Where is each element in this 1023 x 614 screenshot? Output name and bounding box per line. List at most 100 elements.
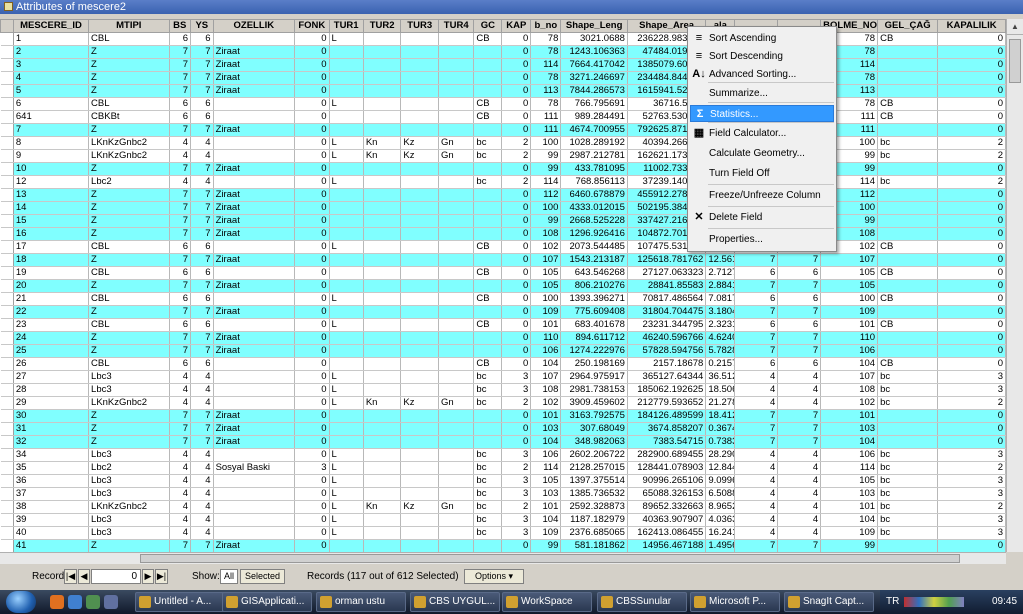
row-selector[interactable] <box>0 32 14 46</box>
table-cell[interactable]: 107 <box>530 370 562 384</box>
table-cell[interactable]: L <box>329 318 364 332</box>
row-selector[interactable] <box>0 201 14 215</box>
table-cell[interactable]: 0 <box>501 266 532 280</box>
table-cell[interactable]: 104 <box>530 513 562 527</box>
table-cell[interactable]: 0 <box>294 383 330 397</box>
table-cell[interactable] <box>363 45 402 59</box>
table-cell[interactable]: 0 <box>294 201 330 215</box>
table-row[interactable]: 20 Z 7 7 Ziraat 0 0 105 806.210276 28841.85583 2.8… <box>0 279 1006 293</box>
table-cell[interactable]: 6460.678879 <box>560 188 628 202</box>
table-cell[interactable] <box>400 435 439 449</box>
table-cell[interactable]: CBL <box>88 266 170 280</box>
table-cell[interactable]: 7 <box>777 344 822 358</box>
table-cell[interactable]: L <box>329 396 364 410</box>
table-cell[interactable] <box>329 227 364 241</box>
table-cell[interactable]: 0 <box>501 292 532 306</box>
table-cell[interactable]: 6 <box>13 97 90 111</box>
table-cell[interactable]: Lbc2 <box>88 461 170 475</box>
table-cell[interactable]: 2 <box>937 175 1006 189</box>
table-cell[interactable]: 106 <box>530 344 562 358</box>
table-cell[interactable]: bc <box>473 370 503 384</box>
row-selector[interactable] <box>0 149 14 163</box>
table-cell[interactable]: 4 <box>190 383 214 397</box>
table-cell[interactable]: 105 <box>820 279 879 293</box>
column-header[interactable]: BS <box>168 19 192 33</box>
table-cell[interactable]: 104 <box>530 357 562 371</box>
record-number-input[interactable]: 0 <box>91 569 141 584</box>
table-cell[interactable] <box>363 448 402 462</box>
table-cell[interactable] <box>213 474 296 488</box>
table-row[interactable]: 13 Z 7 7 Ziraat 0 0 112 6460.678879 455912.278281… <box>0 188 1006 202</box>
table-cell[interactable]: 4 <box>734 461 779 475</box>
table-cell[interactable]: 3 <box>937 513 1006 527</box>
table-cell[interactable]: 7 <box>190 227 214 241</box>
table-cell[interactable] <box>438 435 475 449</box>
table-cell[interactable]: 775.609408 <box>560 305 628 319</box>
table-row[interactable]: 41 Z 7 7 Ziraat 0 0 99 581.181862 14956.467188 1.4… <box>0 539 1006 552</box>
table-cell[interactable] <box>438 32 475 46</box>
table-cell[interactable]: 107 <box>530 253 562 267</box>
table-cell[interactable]: 6 <box>169 240 192 254</box>
table-cell[interactable]: 0 <box>294 149 330 163</box>
table-cell[interactable]: 21 <box>13 292 90 306</box>
app-icon[interactable] <box>86 595 100 609</box>
table-cell[interactable]: 30 <box>13 409 90 423</box>
table-cell[interactable] <box>400 474 439 488</box>
table-cell[interactable]: bc <box>877 526 939 540</box>
table-cell[interactable] <box>473 188 503 202</box>
table-cell[interactable]: Lbc3 <box>88 487 170 501</box>
table-cell[interactable]: 90996.265106 <box>627 474 707 488</box>
table-cell[interactable]: 17 <box>13 240 90 254</box>
table-cell[interactable]: CBL <box>88 240 170 254</box>
table-cell[interactable] <box>329 344 364 358</box>
table-cell[interactable] <box>438 513 475 527</box>
table-cell[interactable] <box>438 487 475 501</box>
table-cell[interactable] <box>400 526 439 540</box>
table-cell[interactable]: Kn <box>363 500 402 514</box>
table-row[interactable]: 35 Lbc2 4 4 Sosyal Baski 3 Lbc 2 114 2128.257015 1… <box>0 461 1006 475</box>
table-cell[interactable] <box>329 58 364 72</box>
table-cell[interactable]: CB <box>473 318 503 332</box>
table-cell[interactable]: 4 <box>734 487 779 501</box>
table-cell[interactable]: bc <box>473 513 503 527</box>
table-cell[interactable] <box>400 97 439 111</box>
table-cell[interactable] <box>473 71 503 85</box>
table-row[interactable]: 29 LKnKzGnbc2 4 4 0 L Kn Kz Gn bc 2 102 3909.459602 2… <box>0 396 1006 410</box>
table-cell[interactable]: 102 <box>820 396 879 410</box>
column-header[interactable]: FONK <box>294 19 330 33</box>
table-cell[interactable]: 7 <box>169 305 192 319</box>
show-selected-button[interactable]: Selected <box>240 569 285 584</box>
table-cell[interactable]: 6 <box>190 357 214 371</box>
table-cell[interactable] <box>329 279 364 293</box>
table-cell[interactable]: 0 <box>937 188 1006 202</box>
table-cell[interactable]: 2.88419 <box>705 279 736 293</box>
table-cell[interactable]: 102 <box>530 240 562 254</box>
table-cell[interactable]: Kn <box>363 136 402 150</box>
table-cell[interactable]: 101 <box>820 500 879 514</box>
column-header[interactable]: b_no <box>530 19 562 33</box>
table-cell[interactable]: 7 <box>190 539 214 552</box>
menu-item-calculate-geometry[interactable]: Calculate Geometry... <box>690 145 834 162</box>
table-cell[interactable]: 2 <box>501 175 532 189</box>
prev-record-button[interactable]: ◀ <box>78 569 90 584</box>
table-cell[interactable]: CB <box>473 110 503 124</box>
table-cell[interactable] <box>329 201 364 215</box>
last-record-button[interactable]: ▶| <box>155 569 168 584</box>
table-cell[interactable]: 7 <box>190 84 214 98</box>
table-cell[interactable] <box>473 305 503 319</box>
table-cell[interactable] <box>363 71 402 85</box>
table-cell[interactable]: 3 <box>937 448 1006 462</box>
table-cell[interactable]: 4 <box>777 474 822 488</box>
table-cell[interactable]: CB <box>877 292 939 306</box>
language-indicator[interactable]: TR <box>886 590 899 614</box>
column-header[interactable]: OZELLIK <box>212 19 296 33</box>
row-selector[interactable] <box>0 162 14 176</box>
table-cell[interactable]: 3 <box>501 526 532 540</box>
table-cell[interactable]: 112 <box>530 188 562 202</box>
table-cell[interactable]: 1243.106363 <box>560 45 628 59</box>
column-header[interactable]: TUR1 <box>328 19 364 33</box>
row-selector[interactable] <box>0 136 14 150</box>
table-cell[interactable]: 4 <box>169 396 192 410</box>
table-cell[interactable]: 6 <box>777 292 822 306</box>
table-cell[interactable] <box>877 201 939 215</box>
